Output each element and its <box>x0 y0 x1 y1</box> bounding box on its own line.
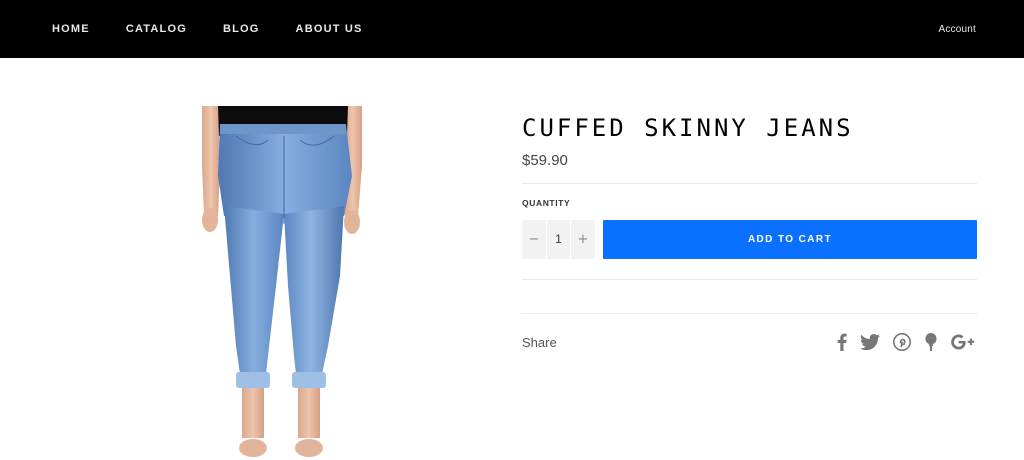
buy-row: − 1 + ADD TO CART <box>522 220 977 259</box>
nav-catalog-link[interactable]: CATALOG <box>126 23 187 35</box>
share-row: Share <box>522 332 977 352</box>
quantity-increment-button[interactable]: + <box>571 220 595 259</box>
product-image[interactable] <box>196 106 366 460</box>
jeans-photo <box>202 106 362 457</box>
social-share-icons <box>837 332 975 352</box>
quantity-decrement-button[interactable]: − <box>522 220 546 259</box>
main-nav: HOME CATALOG BLOG ABOUT US <box>52 23 363 35</box>
twitter-icon[interactable] <box>860 332 880 352</box>
divider <box>522 279 977 280</box>
nav-home-link[interactable]: HOME <box>52 23 90 35</box>
nav-about-us-link[interactable]: ABOUT US <box>296 23 363 35</box>
divider <box>522 183 977 184</box>
share-label: Share <box>522 334 557 350</box>
quantity-input[interactable]: 1 <box>546 220 571 259</box>
top-navigation-bar: HOME CATALOG BLOG ABOUT US Account <box>0 0 1024 58</box>
product-title: CUFFED SKINNY JEANS <box>522 114 854 142</box>
fancy-icon[interactable] <box>924 332 938 352</box>
google-plus-icon[interactable] <box>951 332 975 352</box>
account-link[interactable]: Account <box>938 24 976 35</box>
divider <box>522 313 977 314</box>
nav-blog-link[interactable]: BLOG <box>223 23 260 35</box>
facebook-icon[interactable] <box>837 332 847 352</box>
pinterest-icon[interactable] <box>893 332 911 352</box>
product-details: CUFFED SKINNY JEANS $59.90 QUANTITY − 1 … <box>522 106 977 352</box>
add-to-cart-button[interactable]: ADD TO CART <box>603 220 977 259</box>
quantity-label: QUANTITY <box>522 198 571 208</box>
product-price: $59.90 <box>522 152 568 169</box>
quantity-stepper: − 1 + <box>522 220 595 259</box>
